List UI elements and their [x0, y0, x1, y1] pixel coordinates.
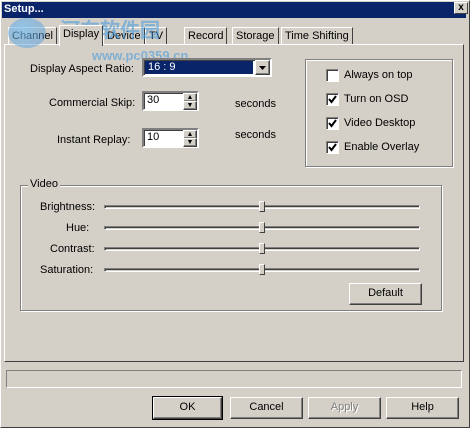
default-button[interactable]: Default [349, 283, 422, 305]
brightness-slider-thumb[interactable] [259, 201, 265, 212]
instant-replay-label: Instant Replay: [57, 134, 131, 146]
window-title: Setup... [4, 3, 44, 15]
chevron-down-icon[interactable] [255, 60, 270, 75]
tab-record[interactable]: Record [184, 27, 228, 45]
arrow-down-icon[interactable]: ▼ [183, 101, 197, 110]
tab-label: Record [188, 30, 224, 42]
watermark-logo [8, 18, 46, 48]
enable-overlay-label: Enable Overlay [344, 141, 420, 153]
hue-label: Hue: [66, 222, 90, 234]
tab-storage[interactable]: Storage [232, 27, 279, 45]
instant-replay-unit: seconds [235, 129, 276, 141]
commercial-skip-label: Commercial Skip: [49, 97, 136, 109]
default-button-label: Default [368, 287, 403, 299]
tab-label: Display [63, 28, 100, 40]
apply-button-label: Apply [330, 401, 359, 413]
hue-slider-thumb[interactable] [259, 222, 265, 233]
instant-replay-value: 10 [147, 131, 160, 143]
contrast-label: Contrast: [50, 243, 95, 255]
cancel-button-label: Cancel [249, 401, 284, 413]
instant-replay-stepper[interactable]: 10 ▲ ▼ [142, 128, 199, 148]
video-group-title: Video [28, 178, 60, 190]
tab-label: Storage [236, 30, 275, 42]
saturation-slider-thumb[interactable] [259, 264, 265, 275]
aspect-ratio-label: Display Aspect Ratio: [30, 63, 134, 75]
video-desktop-label: Video Desktop [344, 117, 416, 129]
contrast-slider-thumb[interactable] [259, 243, 265, 254]
status-bar [6, 370, 462, 388]
ok-button[interactable]: OK [152, 396, 223, 420]
enable-overlay-checkbox[interactable] [326, 141, 339, 154]
saturation-label: Saturation: [40, 264, 94, 276]
tab-time-shifting[interactable]: Time Shifting [281, 27, 353, 45]
tab-label: TV [149, 30, 164, 42]
checkmark-icon [328, 143, 337, 152]
apply-button[interactable]: Apply [308, 397, 381, 419]
commercial-skip-unit: seconds [235, 98, 276, 110]
tab-label: Device [107, 30, 141, 42]
turn-on-osd-label: Turn on OSD [344, 93, 409, 105]
brightness-label: Brightness: [40, 201, 96, 213]
commercial-skip-stepper[interactable]: 30 ▲ ▼ [142, 91, 199, 111]
checkmark-icon [328, 95, 337, 104]
aspect-ratio-value: 16 : 9 [145, 61, 253, 74]
commercial-skip-value: 30 [147, 94, 160, 106]
always-on-top-checkbox[interactable] [326, 69, 339, 82]
help-button-label: Help [411, 401, 434, 413]
help-button[interactable]: Help [386, 397, 459, 419]
close-button[interactable]: x [454, 2, 468, 14]
tab-tv[interactable]: TV [145, 27, 168, 45]
tab-label: Time Shifting [285, 30, 349, 42]
tab-device[interactable]: Device [103, 27, 145, 45]
arrow-down-icon[interactable]: ▼ [183, 138, 197, 147]
title-bar[interactable]: Setup... [2, 2, 466, 18]
close-icon: x [458, 2, 464, 13]
ok-button-label: OK [179, 401, 196, 413]
tab-display[interactable]: Display [59, 25, 104, 46]
video-desktop-checkbox[interactable] [326, 117, 339, 130]
aspect-ratio-select[interactable]: 16 : 9 [142, 58, 272, 77]
always-on-top-label: Always on top [344, 69, 413, 81]
checkmark-icon [328, 119, 337, 128]
turn-on-osd-checkbox[interactable] [326, 93, 339, 106]
cancel-button[interactable]: Cancel [230, 397, 303, 419]
